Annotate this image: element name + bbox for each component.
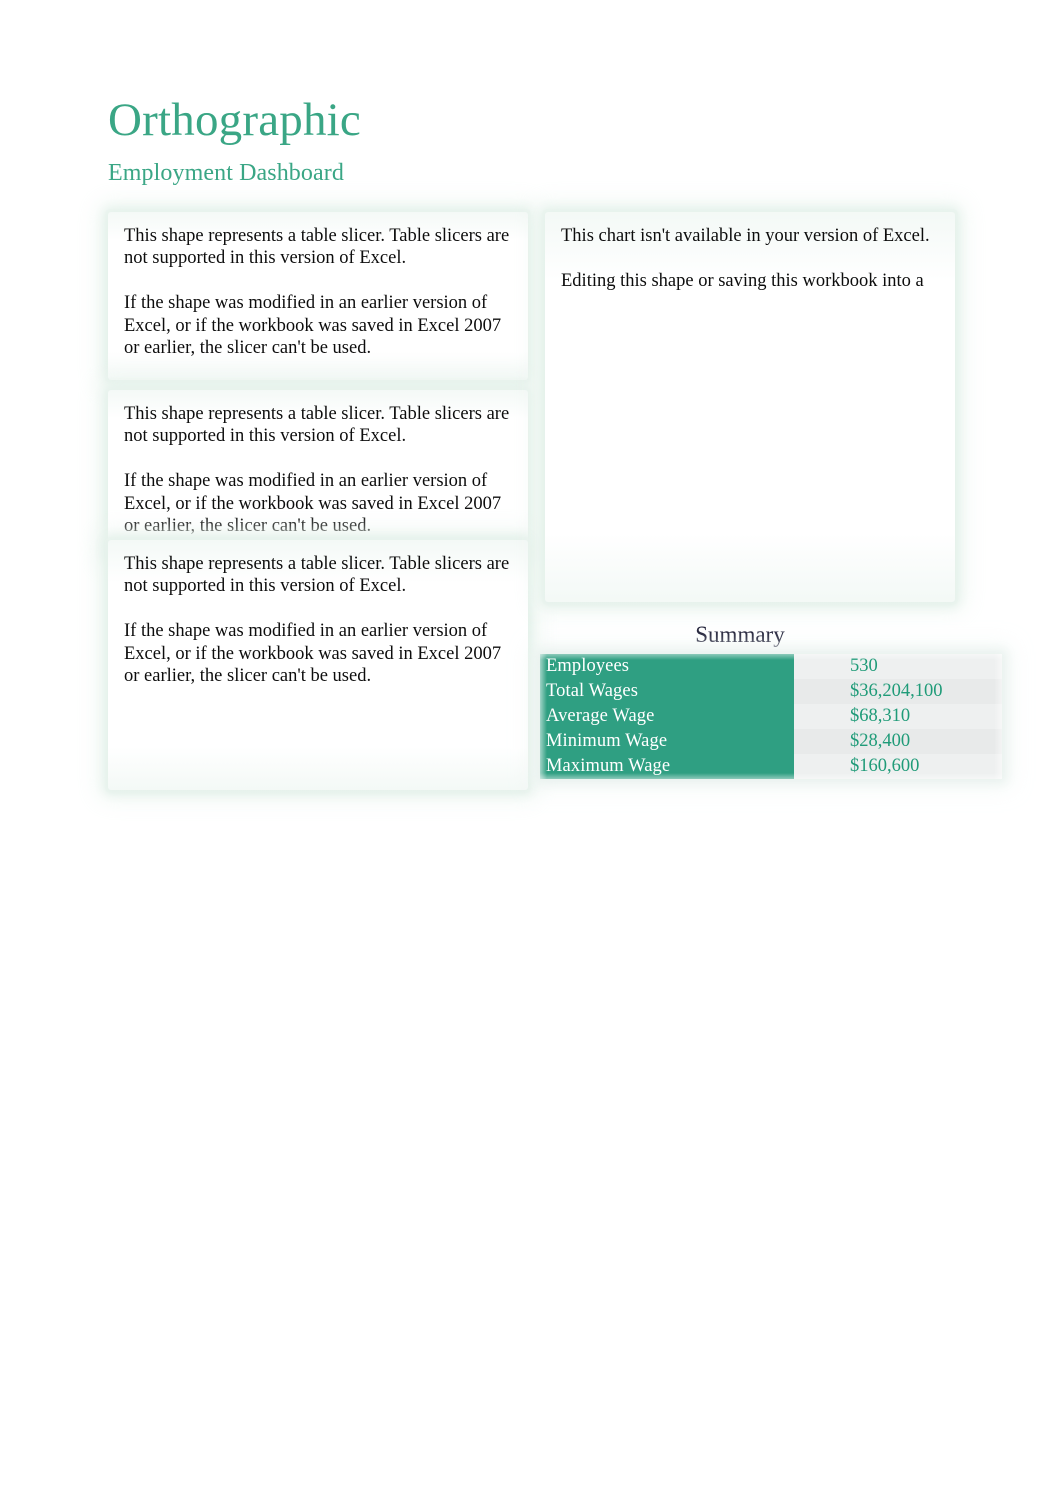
summary-row: Average Wage $68,310 xyxy=(540,704,1002,729)
slicer-placeholder-1[interactable]: This shape represents a table slicer. Ta… xyxy=(105,209,531,383)
page-title: Orthographic xyxy=(108,94,361,146)
summary-row-value: $68,310 xyxy=(794,704,1002,729)
page-subtitle: Employment Dashboard xyxy=(108,160,344,186)
slicer-placeholder-3[interactable]: This shape represents a table slicer. Ta… xyxy=(105,537,531,793)
slicer-placeholder-2[interactable]: This shape represents a table slicer. Ta… xyxy=(105,387,531,561)
slicer-placeholder-3-text: This shape represents a table slicer. Ta… xyxy=(124,554,510,687)
summary-row-value: $36,204,100 xyxy=(794,679,1002,704)
summary-block: Summary Employees 530 Total Wages $36,204,1… xyxy=(540,620,1002,779)
summary-row: Total Wages $36,204,100 xyxy=(540,679,1002,704)
summary-row: Maximum Wage $160,600 xyxy=(540,754,1002,779)
slicer-placeholder-2-text: This shape represents a table slicer. Ta… xyxy=(124,404,510,537)
summary-row-value: 530 xyxy=(794,654,1002,679)
chart-placeholder-text: This chart isn't available in your versi… xyxy=(561,226,930,291)
summary-row-label: Minimum Wage xyxy=(540,729,794,754)
summary-row-value: $28,400 xyxy=(794,729,1002,754)
chart-placeholder[interactable]: This chart isn't available in your versi… xyxy=(542,209,958,605)
summary-row-label: Employees xyxy=(540,654,794,679)
summary-row-label: Average Wage xyxy=(540,704,794,729)
summary-row: Minimum Wage $28,400 xyxy=(540,729,1002,754)
summary-row: Employees 530 xyxy=(540,654,1002,679)
summary-title: Summary xyxy=(695,622,785,647)
summary-row-label: Total Wages xyxy=(540,679,794,704)
slicer-placeholder-1-text: This shape represents a table slicer. Ta… xyxy=(124,226,510,359)
summary-row-value: $160,600 xyxy=(794,754,1002,779)
dashboard-header: Orthographic Employment Dashboard xyxy=(108,92,908,188)
summary-table: Employees 530 Total Wages $36,204,100 Averag… xyxy=(540,654,1002,779)
summary-row-label: Maximum Wage xyxy=(540,754,794,779)
